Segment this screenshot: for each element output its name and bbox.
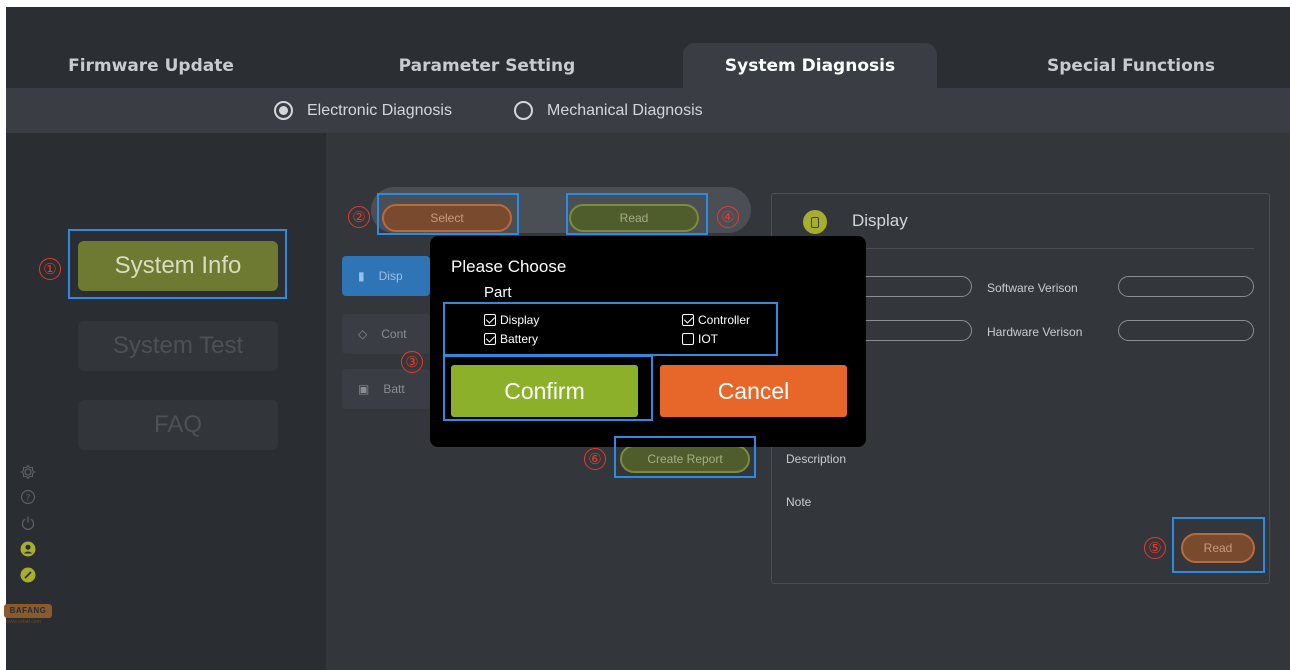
dialog-subtitle: Part [484,284,512,301]
hardware-version-label: Hardware Verison [987,325,1083,339]
part-label: Batt [383,382,405,396]
part-item-controller[interactable]: ◇ Cont [342,314,430,354]
highlight-parts [443,302,778,356]
part-item-battery[interactable]: ▣ Batt [342,369,430,409]
info-panel-title: Display [852,211,908,230]
tab-system-diagnosis[interactable]: System Diagnosis [683,43,937,88]
nav-faq[interactable]: FAQ [78,400,278,450]
radio-electronic-diagnosis[interactable]: Electronic Diagnosis [274,88,452,133]
left-nav: System Info System Test FAQ ? [6,133,326,670]
radio-selected-icon [274,101,293,120]
svg-text:?: ? [26,494,31,504]
nav-system-test[interactable]: System Test [78,321,278,371]
dialog-title: Please Choose [451,257,567,276]
annotation-6: ⑥ [584,448,606,470]
annotation-1: ① [39,258,61,280]
main-tab-bar: Firmware Update Parameter Setting System… [6,7,1290,88]
part-item-display[interactable]: ▮ Disp [342,256,430,296]
annotation-5: ⑤ [1144,537,1166,559]
highlight-system-info [68,229,287,299]
highlight-read [566,193,708,235]
part-label: Cont [381,327,407,341]
tab-firmware-update[interactable]: Firmware Update [36,43,266,88]
settings-icon[interactable] [20,464,36,480]
part-label: Disp [378,269,403,283]
tab-parameter-setting[interactable]: Parameter Setting [356,43,618,88]
description-label: Description [786,452,847,466]
user-icon[interactable] [20,541,36,557]
annotation-4: ④ [717,206,739,228]
cancel-button[interactable]: Cancel [660,365,847,417]
radio-label: Electronic Diagnosis [307,101,452,119]
bafang-logo: BAFANG [4,604,52,618]
highlight-panel-read [1172,517,1265,573]
help-icon[interactable]: ? [20,489,36,505]
display-icon: ▮ [358,269,365,283]
controller-icon: ◇ [358,327,368,341]
radio-unselected-icon [514,101,533,120]
software-version-field [1118,276,1254,297]
software-version-label: Software Verison [987,281,1078,295]
note-label: Note [786,495,812,509]
display-icon [803,210,827,234]
power-icon[interactable] [20,515,36,531]
highlight-create-report [614,436,756,478]
bafang-url: www.szbaf.com [6,619,41,625]
annotation-2: ② [348,206,370,228]
highlight-select [377,193,519,235]
radio-label: Mechanical Diagnosis [547,101,703,119]
tab-special-functions[interactable]: Special Functions [1006,43,1256,88]
highlight-confirm [443,355,653,421]
annotation-3: ③ [401,351,423,373]
link-icon[interactable] [20,567,36,583]
diagnosis-mode-bar: Electronic Diagnosis Mechanical Diagnosi… [6,88,1290,133]
hardware-version-field [1118,320,1254,341]
battery-icon: ▣ [358,382,370,396]
radio-mechanical-diagnosis[interactable]: Mechanical Diagnosis [514,88,703,133]
